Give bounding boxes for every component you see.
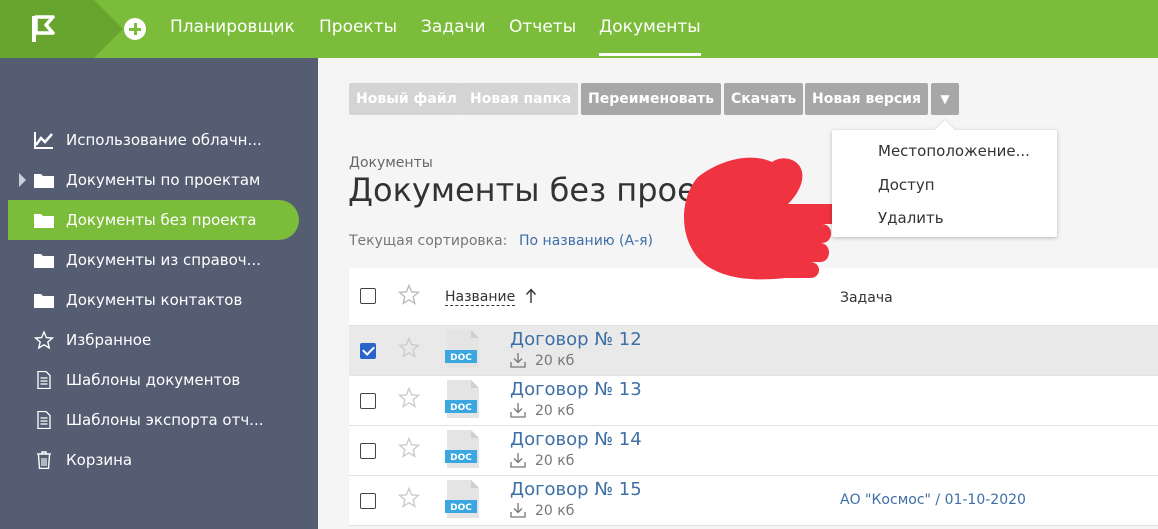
new-version-button[interactable]: Новая версия — [805, 83, 928, 115]
star-icon — [34, 331, 54, 349]
download-button[interactable]: Скачать — [724, 83, 804, 115]
star-icon[interactable] — [398, 337, 420, 359]
sidebar-item-label: Документы из справоч... — [66, 251, 261, 269]
file-name-link[interactable]: Договор № 12 — [510, 329, 642, 350]
table-row[interactable]: DOC Договор № 13 20 кб — [349, 376, 1158, 426]
table-row[interactable]: DOC Договор № 14 20 кб — [349, 426, 1158, 476]
row-checkbox[interactable] — [360, 393, 376, 409]
sidebar: Использование облачн... Документы по про… — [0, 58, 318, 529]
new-file-button[interactable]: Новый файл — [349, 83, 464, 115]
star-icon[interactable] — [398, 487, 420, 509]
sidebar-item-doc-templates[interactable]: Шаблоны документов — [8, 360, 299, 400]
column-header-task[interactable]: Задача — [840, 290, 893, 306]
rename-button[interactable]: Переименовать — [581, 83, 722, 115]
sidebar-item-directory-docs[interactable]: Документы из справоч... — [8, 240, 299, 280]
sidebar-item-label: Документы без проекта — [66, 211, 257, 229]
logo[interactable] — [0, 0, 123, 58]
menu-item-access[interactable]: Доступ — [878, 176, 935, 194]
menu-item-delete[interactable]: Удалить — [878, 209, 944, 227]
sort-selector[interactable]: По названию (А-я) — [519, 233, 653, 249]
doc-file-icon: DOC — [445, 480, 479, 518]
nav-reports[interactable]: Отчеты — [509, 17, 576, 43]
download-icon[interactable] — [510, 402, 526, 418]
actions-dropdown-menu: Местоположение... Доступ Удалить — [832, 130, 1057, 237]
doc-file-icon: DOC — [445, 380, 479, 418]
star-icon[interactable] — [398, 437, 420, 459]
sidebar-item-label: Корзина — [66, 451, 133, 469]
document-icon — [37, 371, 51, 389]
svg-text:DOC: DOC — [450, 403, 472, 413]
download-icon[interactable] — [510, 352, 526, 368]
expand-arrow-icon[interactable] — [19, 173, 26, 187]
svg-text:DOC: DOC — [450, 503, 472, 513]
sidebar-item-label: Шаблоны экспорта отч... — [66, 411, 264, 429]
file-name-link[interactable]: Договор № 14 — [510, 429, 642, 450]
column-header-name[interactable]: Название — [445, 289, 516, 306]
nav-planner[interactable]: Планировщик — [170, 17, 295, 43]
trash-icon — [37, 451, 51, 469]
folder-icon — [34, 254, 54, 268]
add-icon[interactable] — [124, 18, 146, 40]
row-checkbox[interactable] — [360, 443, 376, 459]
file-size: 20 кб — [535, 453, 575, 469]
file-name-link[interactable]: Договор № 15 — [510, 479, 642, 500]
nav-tasks[interactable]: Задачи — [421, 17, 486, 43]
folder-icon — [34, 174, 54, 188]
select-all-checkbox[interactable] — [360, 288, 376, 304]
more-actions-button[interactable]: ▼ — [931, 83, 959, 115]
task-link[interactable]: АО "Космос" / 01-10-2020 — [840, 492, 1026, 508]
flag-logo-icon — [32, 15, 55, 42]
download-icon[interactable] — [510, 502, 526, 518]
sidebar-item-export-templates[interactable]: Шаблоны экспорта отч... — [8, 400, 299, 440]
sidebar-item-label: Документы по проектам — [66, 171, 261, 189]
sort-label: Текущая сортировка: — [349, 233, 508, 249]
file-size: 20 кб — [535, 503, 575, 519]
sidebar-item-cloud-usage[interactable]: Использование облачн... — [8, 120, 299, 160]
breadcrumb[interactable]: Документы — [349, 155, 433, 171]
sidebar-item-favorites[interactable]: Избранное — [8, 320, 299, 360]
doc-file-icon: DOC — [445, 330, 479, 368]
chart-icon — [34, 132, 53, 149]
menu-item-location[interactable]: Местоположение... — [878, 142, 1030, 160]
sidebar-item-contact-docs[interactable]: Документы контактов — [8, 280, 299, 320]
file-size: 20 кб — [535, 403, 575, 419]
folder-icon — [34, 294, 54, 308]
row-checkbox[interactable] — [360, 343, 376, 359]
nav-documents[interactable]: Документы — [599, 17, 701, 56]
sidebar-item-trash[interactable]: Корзина — [8, 440, 299, 480]
star-icon[interactable] — [398, 284, 420, 306]
svg-text:DOC: DOC — [450, 453, 472, 463]
row-checkbox[interactable] — [360, 493, 376, 509]
download-icon[interactable] — [510, 452, 526, 468]
table-row[interactable]: DOC Договор № 12 20 кб — [349, 326, 1158, 376]
doc-file-icon: DOC — [445, 430, 479, 468]
table-row[interactable]: DOC Договор № 15 20 кб АО "Космос" / 01-… — [349, 476, 1158, 526]
file-size: 20 кб — [535, 353, 575, 369]
sidebar-item-label: Шаблоны документов — [66, 371, 241, 389]
sidebar-item-label: Использование облачн... — [66, 131, 262, 149]
document-icon — [37, 411, 51, 429]
star-icon[interactable] — [398, 387, 420, 409]
nav-projects[interactable]: Проекты — [319, 17, 397, 43]
sidebar-item-label: Избранное — [66, 331, 152, 349]
svg-text:DOC: DOC — [450, 353, 472, 363]
folder-icon — [34, 214, 54, 228]
sort-ascending-icon — [525, 288, 537, 303]
top-bar: Планировщик Проекты Задачи Отчеты Докуме… — [0, 0, 1158, 58]
sidebar-item-project-docs[interactable]: Документы по проектам — [8, 160, 299, 200]
new-folder-button[interactable]: Новая папка — [463, 83, 579, 115]
sidebar-item-label: Документы контактов — [66, 291, 243, 309]
sidebar-item-no-project-docs[interactable]: Документы без проекта — [8, 200, 299, 240]
file-name-link[interactable]: Договор № 13 — [510, 379, 642, 400]
